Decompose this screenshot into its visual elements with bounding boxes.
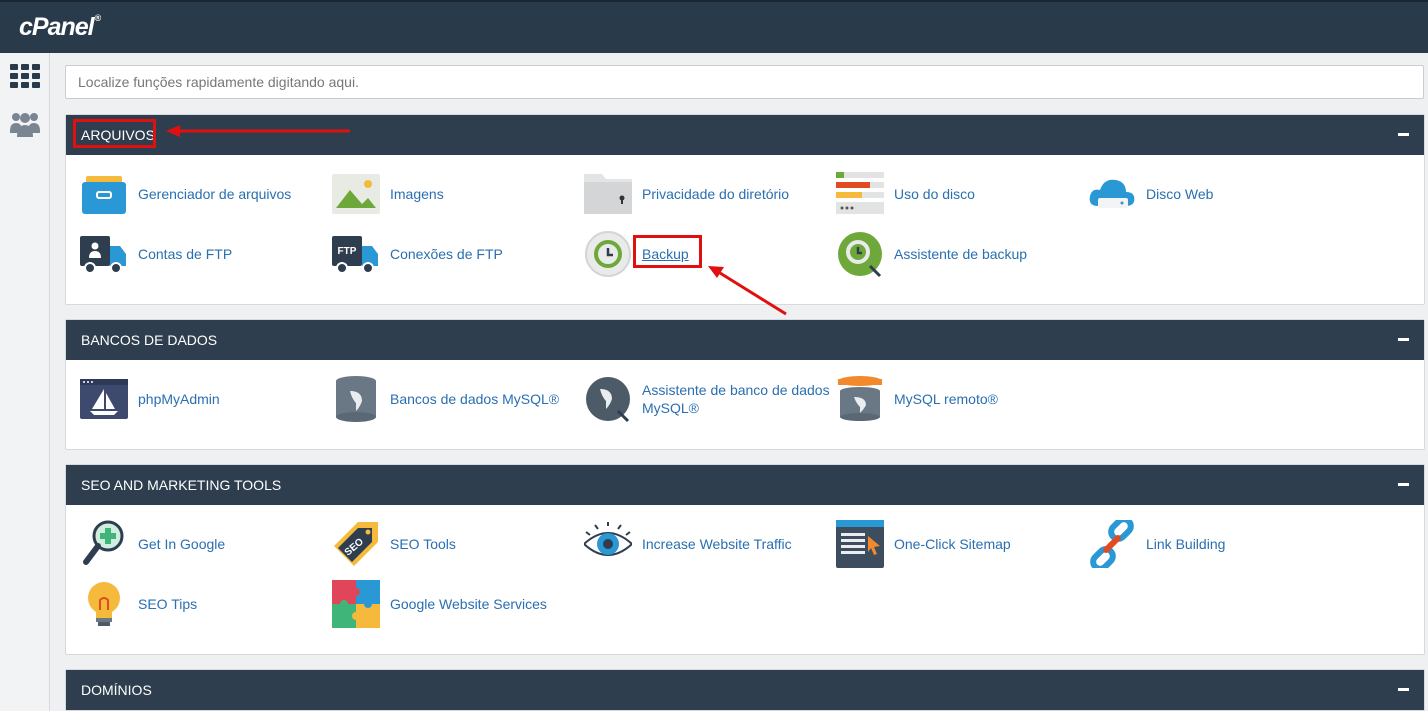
item-mysql-databases[interactable]: Bancos de dados MySQL® — [318, 374, 568, 424]
mysql-databases-icon — [336, 376, 376, 422]
item-link-building[interactable]: Link Building — [1074, 519, 1324, 569]
item-file-manager[interactable]: Gerenciador de arquivos — [66, 169, 316, 219]
item-label: Conexões de FTP — [390, 246, 503, 262]
item-label: Uso do disco — [894, 186, 975, 202]
backup-wizard-icon — [838, 232, 882, 278]
puzzle-icon — [332, 580, 380, 628]
section-domains-header[interactable]: DOMÍNIOS — [66, 670, 1424, 710]
search-input[interactable] — [66, 66, 1423, 98]
section-seo-header[interactable]: SEO AND MARKETING TOOLS — [66, 465, 1424, 505]
directory-privacy-icon — [584, 174, 632, 214]
remote-mysql-icon — [838, 376, 882, 421]
item-increase-traffic[interactable]: Increase Website Traffic — [570, 519, 820, 569]
section-title: DOMÍNIOS — [81, 682, 152, 698]
item-disk-usage[interactable]: Uso do disco — [822, 169, 1072, 219]
item-label: Increase Website Traffic — [642, 536, 792, 552]
search-box — [65, 65, 1424, 99]
top-bar: cPanel® — [0, 0, 1428, 53]
item-label: Privacidade do diretório — [642, 186, 790, 202]
web-disk-icon — [1089, 179, 1135, 208]
section-title: SEO AND MARKETING TOOLS — [81, 477, 282, 493]
item-seo-tools[interactable]: SEO SEO Tools — [318, 519, 568, 569]
item-mysql-wizard[interactable]: Assistente de banco de dados MySQL® — [570, 374, 830, 424]
item-images[interactable]: Imagens — [318, 169, 568, 219]
highlight-box-backup — [633, 235, 702, 268]
phpmyadmin-icon — [80, 379, 128, 419]
item-google-services[interactable]: Google Website Services — [318, 579, 568, 629]
chain-link-icon — [1090, 520, 1134, 568]
backup-icon — [585, 231, 631, 277]
users-icon[interactable] — [10, 109, 40, 139]
left-sidebar — [0, 53, 50, 711]
item-label: MySQL remoto® — [894, 391, 998, 407]
item-ftp-accounts[interactable]: Contas de FTP — [66, 229, 316, 279]
item-ftp-connections[interactable]: FTP Conexões de FTP — [318, 229, 568, 279]
highlight-box-arquivos — [73, 119, 156, 148]
ftp-icon-text: FTP — [338, 246, 357, 257]
item-directory-privacy[interactable]: Privacidade do diretório — [570, 169, 820, 219]
collapse-icon[interactable] — [1398, 133, 1409, 136]
item-label: Disco Web — [1146, 186, 1214, 202]
item-phpmyadmin[interactable]: phpMyAdmin — [66, 374, 316, 424]
item-label: phpMyAdmin — [138, 391, 220, 407]
item-label: Contas de FTP — [138, 246, 233, 262]
item-remote-mysql[interactable]: MySQL remoto® — [822, 374, 1072, 424]
item-web-disk[interactable]: Disco Web — [1074, 169, 1324, 219]
item-one-click-sitemap[interactable]: One-Click Sitemap — [822, 519, 1072, 569]
eye-icon — [584, 522, 632, 556]
item-label: Link Building — [1146, 536, 1226, 552]
images-icon — [332, 174, 380, 214]
section-title: BANCOS DE DADOS — [81, 332, 218, 348]
section-domains: DOMÍNIOS — [65, 669, 1425, 711]
cpanel-logo[interactable]: cPanel® — [19, 13, 102, 42]
collapse-icon[interactable] — [1398, 338, 1409, 341]
ftp-connections-icon: FTP — [332, 236, 378, 274]
mysql-wizard-icon — [586, 377, 630, 423]
item-label: One-Click Sitemap — [894, 536, 1011, 552]
seo-tag-icon: SEO — [334, 522, 378, 566]
section-databases: BANCOS DE DADOS phpMyAdmin Bancos de dad… — [65, 319, 1425, 450]
ftp-accounts-icon — [80, 236, 126, 274]
item-label: Google Website Services — [390, 596, 547, 612]
collapse-icon[interactable] — [1398, 688, 1409, 691]
section-files: ARQUIVOS Gerenciador de arquivos Imagens… — [65, 114, 1425, 305]
sitemap-icon — [836, 520, 884, 568]
grid-apps-icon[interactable] — [10, 61, 40, 91]
magnifier-plus-icon — [83, 520, 124, 565]
file-manager-icon — [82, 176, 126, 214]
section-files-header[interactable]: ARQUIVOS — [66, 115, 1424, 155]
item-label: Assistente de backup — [894, 246, 1028, 262]
logo-mark: ® — [94, 13, 102, 23]
logo-text: cPanel — [19, 13, 95, 41]
collapse-icon[interactable] — [1398, 483, 1409, 486]
disk-usage-icon — [836, 172, 884, 214]
section-seo-tools: SEO AND MARKETING TOOLS Get In Google SE… — [65, 464, 1425, 655]
item-backup-wizard[interactable]: Assistente de backup — [822, 229, 1072, 279]
item-label: Bancos de dados MySQL® — [390, 391, 560, 407]
item-label: Gerenciador de arquivos — [138, 186, 292, 202]
item-seo-tips[interactable]: SEO Tips — [66, 579, 316, 629]
item-get-in-google[interactable]: Get In Google — [66, 519, 316, 569]
item-label: Get In Google — [138, 536, 226, 552]
item-label: Assistente de banco de dados MySQL® — [642, 382, 830, 416]
lightbulb-icon — [88, 582, 120, 626]
section-databases-header[interactable]: BANCOS DE DADOS — [66, 320, 1424, 360]
item-label: Imagens — [390, 186, 444, 202]
item-label: SEO Tips — [138, 596, 198, 612]
item-label: SEO Tools — [390, 536, 456, 552]
